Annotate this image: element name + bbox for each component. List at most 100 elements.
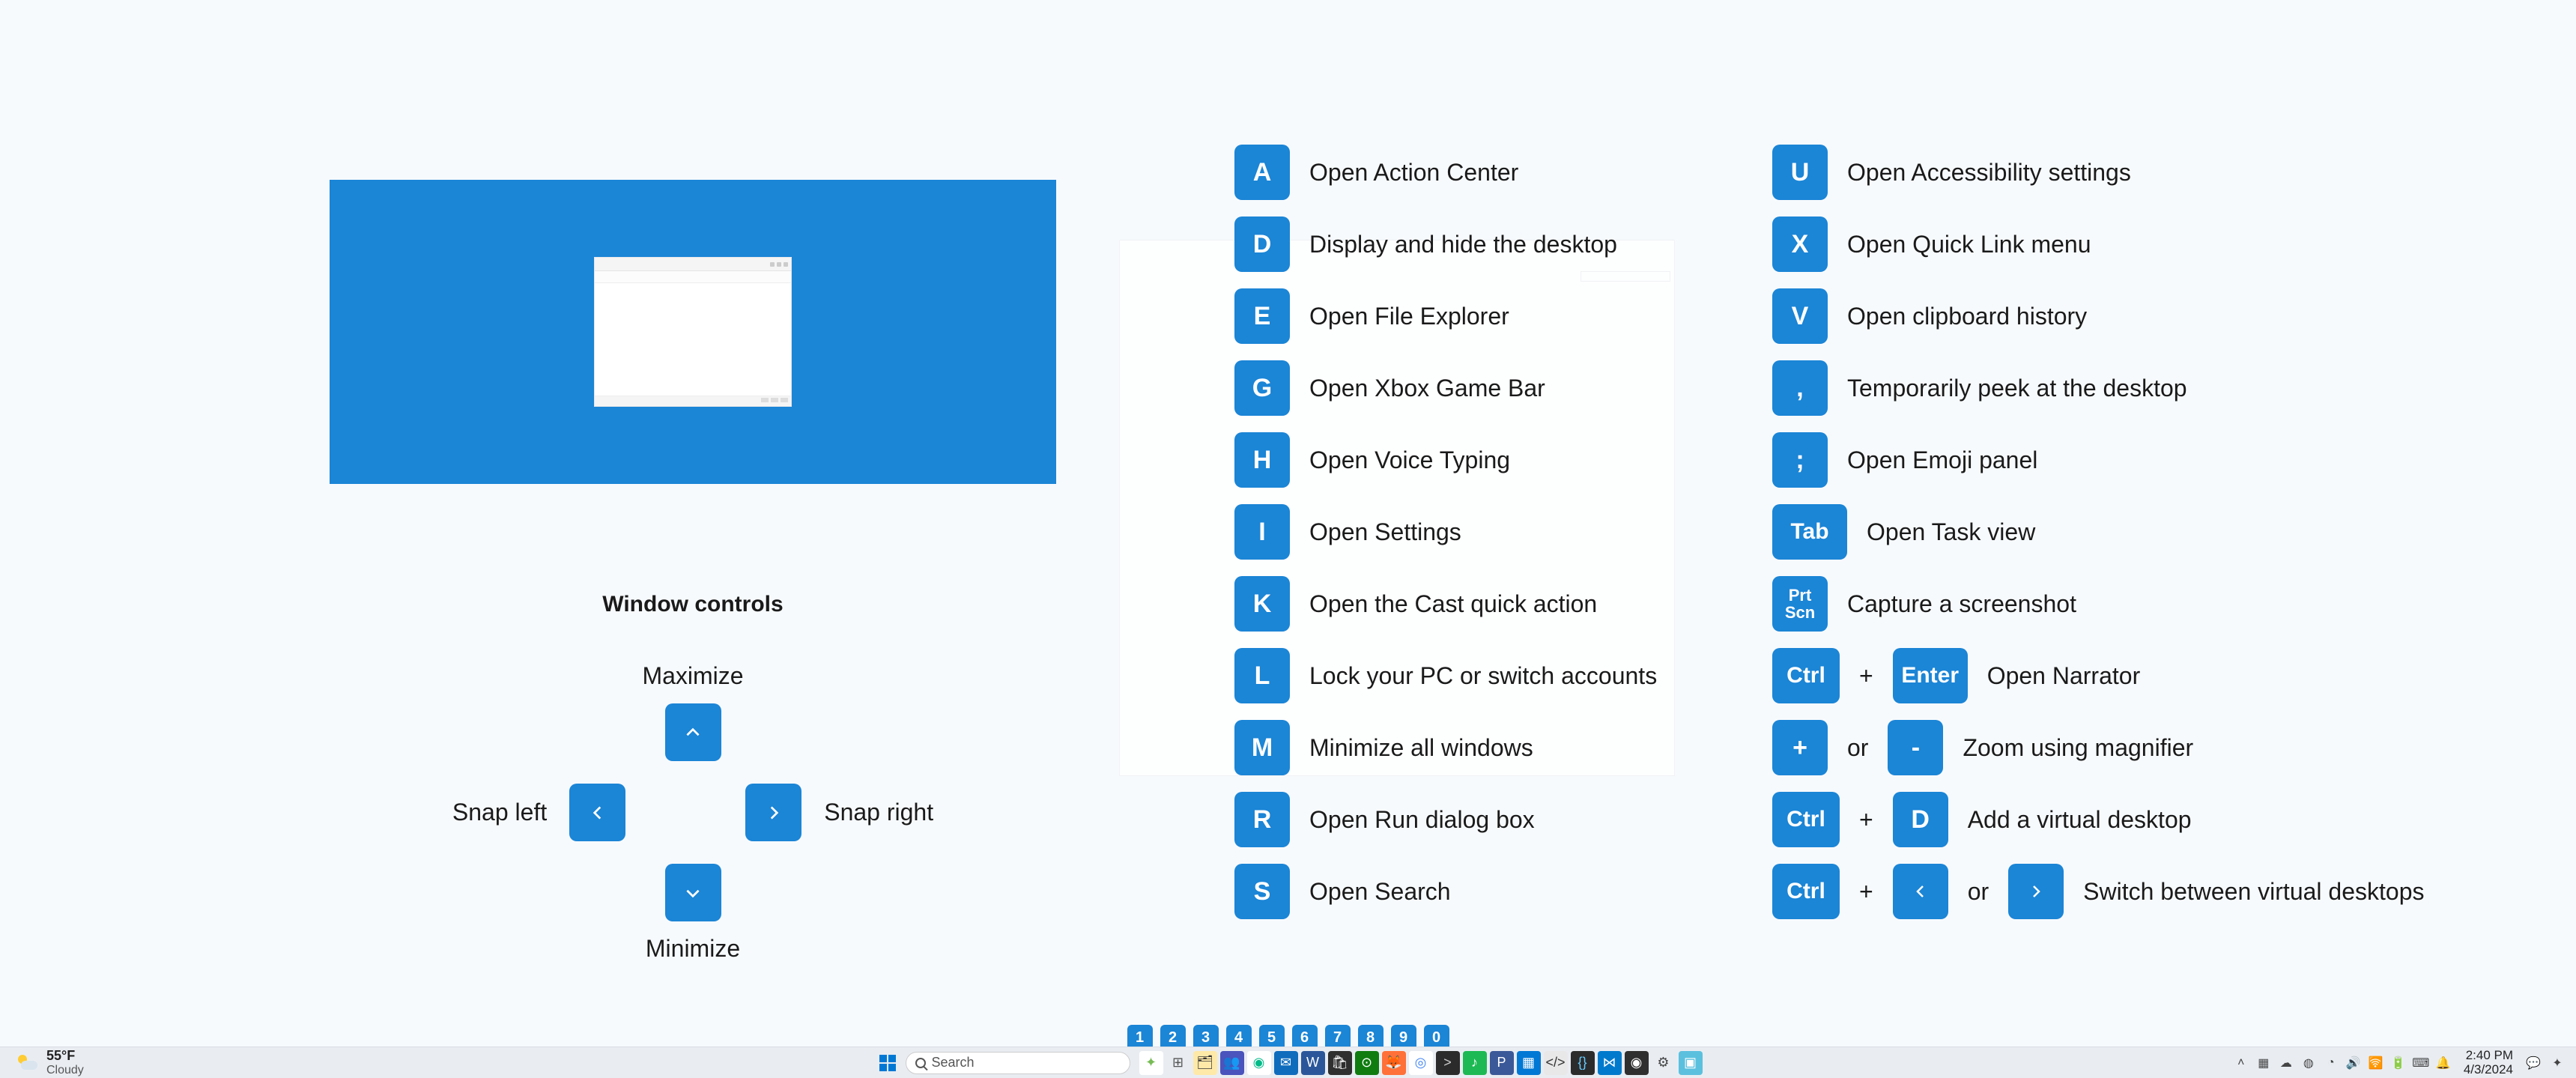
shortcuts-column-1: A Open Action Center D Display and hide the… [1234, 145, 1657, 936]
key-badge: D [1234, 216, 1290, 272]
key-badge: H [1234, 432, 1290, 488]
taskbar-app-copilot[interactable]: ✦ [1139, 1051, 1163, 1075]
key-badge: K [1234, 576, 1290, 632]
shortcut-label: Open Search [1309, 878, 1451, 906]
arrow-left-key [569, 784, 625, 841]
copilot-tray-icon[interactable]: ✦ [2549, 1055, 2566, 1071]
clock-date: 4/3/2024 [2464, 1063, 2513, 1077]
shortcut-label: Open Quick Link menu [1847, 231, 2091, 258]
taskbar-app-chrome[interactable]: ◎ [1409, 1051, 1433, 1075]
weather-temp: 55°F [46, 1049, 84, 1064]
shortcut-label: Open Emoji panel [1847, 446, 2037, 474]
chevron-up-icon [683, 723, 703, 742]
shortcut-label: Open the Cast quick action [1309, 590, 1597, 618]
tray-icon-2[interactable]: ☁ [2278, 1055, 2294, 1071]
key-joiner: or [1968, 878, 1989, 906]
taskbar-app-calendar[interactable]: ▦ [1517, 1051, 1541, 1075]
key-badge: R [1234, 792, 1290, 847]
shortcut-label: Open Task view [1867, 518, 2035, 546]
shortcut-row: ROpen Run dialog box [1234, 792, 1657, 847]
tray-icon-1[interactable]: ▦ [2255, 1055, 2272, 1071]
shortcut-row: MMinimize all windows [1234, 720, 1657, 775]
shortcut-row: ;Open Emoji panel [1772, 432, 2424, 488]
key-joiner: or [1847, 734, 1868, 762]
arrow-right-key [745, 784, 801, 841]
shortcut-label: Zoom using magnifier [1963, 734, 2193, 762]
shortcut-label: Display and hide the desktop [1309, 231, 1617, 258]
key-joiner: + [1859, 806, 1873, 834]
taskbar-app-firefox[interactable]: 🦊 [1382, 1051, 1406, 1075]
shortcut-label: Open Xbox Game Bar [1309, 375, 1545, 402]
system-tray: ˄ ▦ ☁ ◍ ◔ 🔊 🛜 🔋 ⌨ 🔔 2:40 PM 4/3/2024 💬 ✦ [2233, 1049, 2566, 1077]
weather-cond: Cloudy [46, 1064, 84, 1077]
tray-icon-0[interactable]: ˄ [2233, 1055, 2249, 1071]
key-badge: Ctrl [1772, 648, 1840, 703]
shortcut-label: Open File Explorer [1309, 303, 1509, 330]
taskbar-clock[interactable]: 2:40 PM 4/3/2024 [2464, 1049, 2513, 1077]
taskbar-app-word[interactable]: W [1301, 1051, 1325, 1075]
taskbar-app-outlook[interactable]: ✉ [1274, 1051, 1298, 1075]
tray-icon-3[interactable]: ◍ [2300, 1055, 2317, 1071]
tray-icon-9[interactable]: 🔔 [2435, 1055, 2452, 1071]
key-badge: I [1234, 504, 1290, 560]
taskbar-app-terminal[interactable]: > [1436, 1051, 1460, 1075]
taskbar-app-task-view[interactable]: ⊞ [1166, 1051, 1190, 1075]
shortcut-label: Minimize all windows [1309, 734, 1533, 762]
taskbar-app-obs[interactable]: ◉ [1625, 1051, 1649, 1075]
taskbar-search[interactable]: Search [906, 1052, 1130, 1074]
key-badge: Ctrl [1772, 864, 1840, 919]
taskbar-app-app-x[interactable]: ▣ [1679, 1051, 1703, 1075]
taskbar-app-teams[interactable]: 👥 [1220, 1051, 1244, 1075]
shortcut-row: G Open Xbox Game Bar [1234, 360, 1657, 416]
key-badge: D [1893, 792, 1948, 847]
shortcut-row: I Open Settings [1234, 504, 1657, 560]
shortcut-row: V Open clipboard history [1772, 288, 2424, 344]
maximize-label: Maximize [642, 662, 743, 690]
tray-icon-7[interactable]: 🔋 [2390, 1055, 2407, 1071]
key-badge: Ctrl [1772, 792, 1840, 847]
taskbar-app-xbox[interactable]: ⊙ [1355, 1051, 1379, 1075]
taskbar-app-edge[interactable]: ◉ [1247, 1051, 1271, 1075]
taskbar-app-music[interactable]: ♪ [1463, 1051, 1487, 1075]
tray-icon-6[interactable]: 🛜 [2368, 1055, 2384, 1071]
notifications-icon[interactable]: 💬 [2525, 1055, 2542, 1071]
weather-widget[interactable]: 55°F Cloudy [16, 1049, 84, 1077]
shortcut-label: Open Settings [1309, 518, 1461, 546]
key-badge: Tab [1772, 504, 1847, 560]
shortcut-label: Open Action Center [1309, 159, 1518, 187]
shortcut-label: Capture a screenshot [1847, 590, 2076, 618]
shortcut-row: HOpen Voice Typing [1234, 432, 1657, 488]
key-badge: V [1772, 288, 1828, 344]
taskbar-app-settings[interactable]: ⚙ [1652, 1051, 1676, 1075]
key-badge: A [1234, 145, 1290, 200]
key-badge: G [1234, 360, 1290, 416]
shortcut-row: LLock your PC or switch accounts [1234, 648, 1657, 703]
taskbar-app-file-explorer[interactable]: 🗂 [1193, 1051, 1217, 1075]
key-badge: E [1234, 288, 1290, 344]
shortcut-row: Ctrl + D Add a virtual desktop [1772, 792, 2424, 847]
shortcut-row: +or-Zoom using magnifier [1772, 720, 2424, 775]
mini-window [594, 257, 792, 407]
key-badge: U [1772, 145, 1828, 200]
taskbar-center: Search ✦⊞🗂👥◉✉W🛍⊙🦊◎>♪P▦</>{}⋈◉⚙▣ [874, 1050, 1703, 1077]
taskbar-app-code-2[interactable]: {} [1571, 1051, 1595, 1075]
shortcut-label: Add a virtual desktop [1968, 806, 2192, 834]
taskbar-app-code-1[interactable]: </> [1544, 1051, 1568, 1075]
shortcut-label: Switch between virtual desktops [2083, 878, 2424, 906]
taskbar-app-vscode[interactable]: ⋈ [1598, 1051, 1622, 1075]
key-badge: , [1772, 360, 1828, 416]
shortcut-row: Tab Open Task view [1772, 504, 2424, 560]
tray-icon-8[interactable]: ⌨ [2413, 1055, 2429, 1071]
shortcut-row: A Open Action Center [1234, 145, 1657, 200]
key-badge: L [1234, 648, 1290, 703]
tray-icon-4[interactable]: ◔ [2323, 1055, 2339, 1071]
shortcut-row: ,Temporarily peek at the desktop [1772, 360, 2424, 416]
search-placeholder: Search [932, 1055, 975, 1071]
taskbar-app-p-app[interactable]: P [1490, 1051, 1514, 1075]
tray-icon-5[interactable]: 🔊 [2345, 1055, 2362, 1071]
start-button[interactable] [874, 1050, 901, 1077]
shortcut-label: Open clipboard history [1847, 303, 2087, 330]
window-controls-section: Window controls Maximize Snap left Snap … [337, 592, 1049, 963]
weather-icon [16, 1055, 39, 1071]
taskbar-app-store[interactable]: 🛍 [1328, 1051, 1352, 1075]
